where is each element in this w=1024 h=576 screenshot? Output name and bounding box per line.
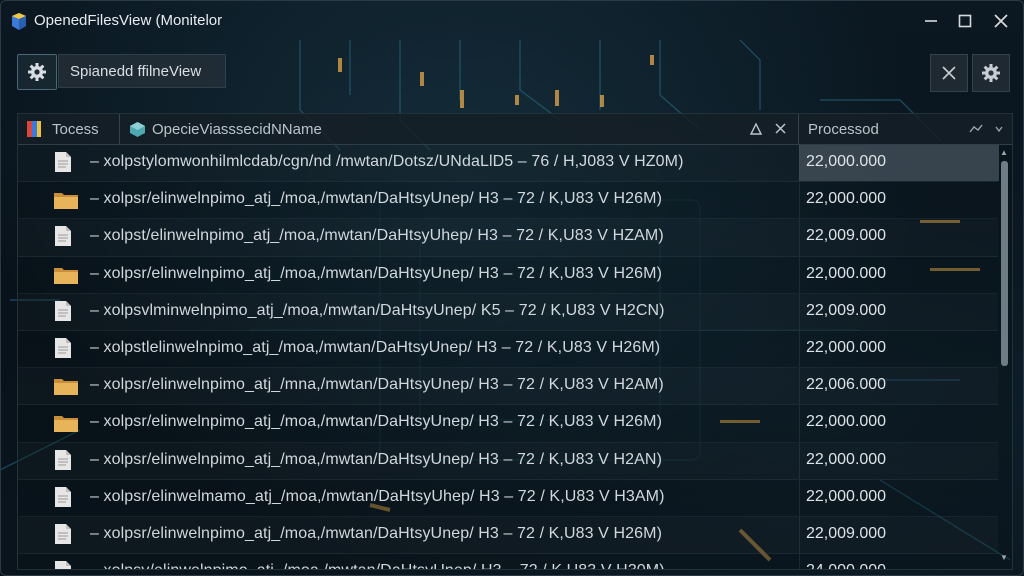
processed-value: 24,000.000 — [806, 562, 886, 569]
processed-value: 22,000.000 — [806, 153, 887, 170]
app-window: OpenedFilesView (Monitelor Spianedd ffil… — [0, 0, 1024, 576]
file-icon — [54, 523, 76, 544]
file-path: – xolpsr/elinwelnpimo_atj_/moa,/mwtan/Da… — [90, 190, 662, 208]
file-path: – xolpst/elinwelnpimo_atj_/moa,/mwtan/Da… — [90, 227, 664, 245]
processed-value: 22,006.000 — [806, 376, 887, 394]
scroll-down-icon[interactable]: ▼ — [1000, 553, 1008, 562]
processed-value: 22,009.000 — [806, 301, 887, 319]
table-row[interactable]: – xolpsv/elinwelnpimo_atj_/moa,/mwtan/Da… — [18, 554, 998, 569]
folder-icon — [54, 266, 78, 284]
processed-value: 22,000.000 — [806, 450, 887, 468]
table-row[interactable]: – xolpsr/elinwelmamo_atj_/moa,/mwtan/DaH… — [18, 479, 998, 517]
column-header-process[interactable]: Tocess — [18, 114, 120, 144]
column-label-processed: Processod — [808, 121, 879, 138]
sort-icon[interactable] — [750, 123, 762, 135]
table-row[interactable]: – xolpst/elinwelnpimo_atj_/moa,/mwtan/Da… — [18, 219, 998, 257]
file-path: – xolpsv/elinwelnpimo_atj_/moa,/mwtan/Da… — [90, 562, 665, 569]
file-path: – xolpsr/elinwelnpimo_atj_/moa,/mwtan/Da… — [90, 413, 662, 431]
file-icon — [54, 486, 76, 507]
table-row[interactable]: – xolpstlelinwelnpimo_atj_/moa,/mwtan/Da… — [18, 330, 998, 369]
settings-button[interactable] — [17, 54, 57, 90]
minimize-button[interactable] — [913, 7, 949, 35]
processed-value: 22,000.000 — [806, 264, 887, 282]
process-icon — [27, 121, 41, 137]
file-icon — [54, 152, 76, 172]
scroll-up-icon[interactable]: ▲ — [1000, 148, 1008, 157]
processed-value: 22,009.000 — [806, 524, 887, 542]
folder-icon — [54, 414, 78, 433]
scroll-thumb[interactable] — [1001, 161, 1008, 366]
filter-input[interactable]: Spianedd ffilneView — [58, 54, 226, 88]
table-row[interactable]: – xolpsr/elinwelnpimo_atj_/moa,/mwtan/Da… — [18, 182, 998, 220]
vertical-scrollbar[interactable]: ▲ ▼ — [998, 145, 1012, 569]
file-icon — [54, 337, 76, 358]
table-row[interactable]: – xolpsr/elinwelnpimo_atj_/moa,/mwtan/Da… — [18, 405, 998, 443]
column-label-name: OpecieViasssecidNName — [152, 121, 322, 138]
files-table: Tocess OpecieViasssecidNName Processod –… — [17, 113, 1013, 570]
close-icon[interactable] — [775, 123, 786, 134]
processed-value: 22,000.000 — [806, 487, 887, 505]
filter-icon[interactable] — [969, 124, 983, 134]
chevron-down-icon[interactable] — [995, 125, 1003, 133]
file-icon — [54, 226, 76, 247]
table-row[interactable]: – xolpsr/elinwelnpimo_atj_/mna,/mwtan/Da… — [18, 368, 998, 406]
file-path: – xolpstylomwonhilmlcdab/cgn/nd /mwtan/D… — [90, 153, 684, 170]
file-icon — [54, 561, 76, 569]
file-path: – xolpsr/elinwelnpimo_atj_/moa,/mwtan/Da… — [90, 450, 662, 468]
file-path: – xolpsr/elinwelmamo_atj_/moa,/mwtan/DaH… — [90, 487, 665, 505]
column-header-name[interactable]: OpecieViasssecidNName — [120, 114, 799, 144]
title-bar: OpenedFilesView (Monitelor — [1, 1, 1023, 41]
folder-icon — [54, 191, 78, 210]
gear-icon — [982, 64, 1000, 82]
cube-icon — [130, 122, 145, 137]
file-icon — [54, 300, 76, 321]
table-row[interactable]: – xolpsr/elinwelnpimo_atj_/moa,/mwtan/Da… — [18, 516, 998, 555]
close-button[interactable] — [983, 7, 1019, 35]
processed-value: 22,000.000 — [806, 338, 887, 356]
file-path: – xolpstlelinwelnpimo_atj_/moa,/mwtan/Da… — [90, 338, 661, 356]
processed-value: 22,000.000 — [806, 413, 887, 431]
folder-icon — [54, 377, 78, 396]
close-icon — [994, 14, 1008, 28]
processed-value: 22,000.000 — [806, 190, 887, 208]
table-body: – xolpstylomwonhilmlcdab/cgn/nd /mwtan/D… — [18, 145, 999, 569]
maximize-icon — [958, 14, 972, 28]
file-path: – xolpsr/elinwelnpimo_atj_/moa,/mwtan/Da… — [90, 524, 662, 542]
table-row[interactable]: – xolpsr/elinwelnpimo_atj_/moa,/mwtan/Da… — [18, 442, 998, 480]
table-header: Tocess OpecieViasssecidNName Processod — [18, 114, 1012, 145]
column-header-processed[interactable]: Processod — [799, 114, 1012, 144]
options-button[interactable] — [972, 54, 1010, 92]
table-row[interactable]: – xolpsr/elinwelnpimo_atj_/moa,/mwtan/Da… — [18, 256, 998, 294]
file-path: – xolpsr/elinwelnpimo_atj_/moa,/mwtan/Da… — [90, 264, 662, 282]
processed-value: 22,009.000 — [806, 227, 887, 245]
gear-icon — [28, 63, 46, 81]
clear-button[interactable] — [930, 54, 968, 92]
table-row[interactable]: – xolpsvlminwelnpimo_atj_/moa,/mwtan/DaH… — [18, 293, 998, 331]
column-label-process: Tocess — [52, 121, 99, 138]
window-title: OpenedFilesView (Monitelor — [34, 12, 223, 29]
table-row[interactable]: – xolpstylomwonhilmlcdab/cgn/nd /mwtan/D… — [18, 145, 999, 183]
file-path: – xolpsr/elinwelnpimo_atj_/mna,/mwtan/Da… — [90, 376, 664, 394]
maximize-button[interactable] — [947, 7, 983, 35]
close-icon — [942, 66, 956, 80]
file-path: – xolpsvlminwelnpimo_atj_/moa,/mwtan/DaH… — [90, 301, 665, 319]
file-icon — [54, 449, 76, 470]
minimize-icon — [925, 20, 937, 22]
app-icon — [12, 13, 26, 30]
